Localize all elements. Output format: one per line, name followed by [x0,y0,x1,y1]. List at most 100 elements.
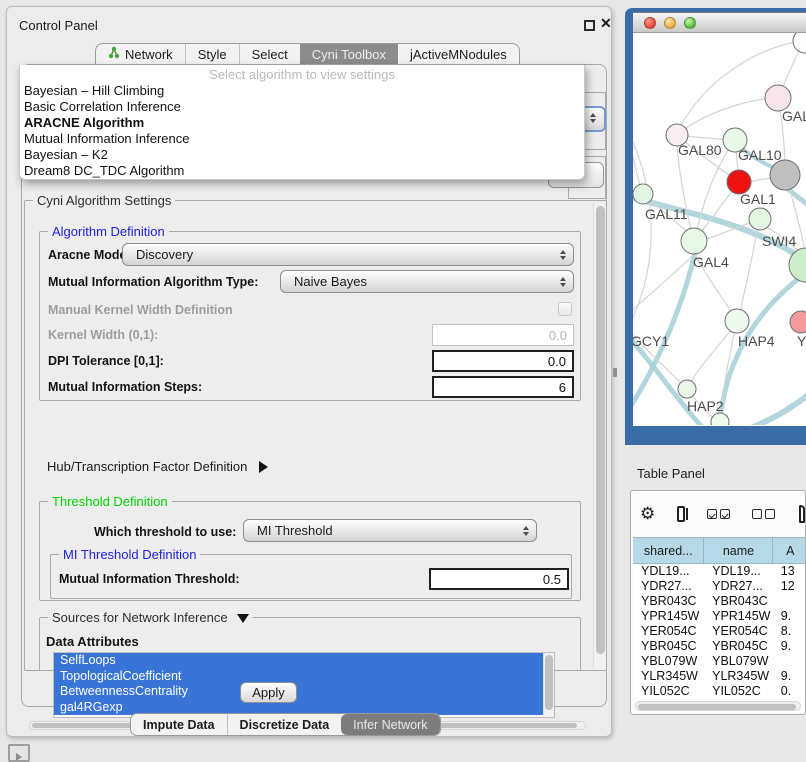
data-attribute-item[interactable]: BetweennessCentrality [54,684,554,700]
network-edge[interactable] [633,128,651,333]
table-row[interactable]: YPR145WYPR145W9. [633,609,806,624]
table-cell [773,594,806,609]
mi-steps-field[interactable] [432,376,574,398]
tab-style[interactable]: Style [185,44,239,64]
algorithm-definition-title: Algorithm Definition [48,224,169,239]
float-window-icon[interactable] [584,20,595,31]
network-edge[interactable] [633,128,642,193]
attributes-vscrollbar[interactable] [543,653,554,717]
table-row[interactable]: YDR27...YDR27...12 [633,579,806,594]
kernel-width-field[interactable] [432,324,574,346]
network-window-titlebar[interactable] [633,12,806,33]
network-node-gal4[interactable] [681,228,707,254]
data-attribute-item[interactable]: SelfLoops [54,653,554,669]
table-row[interactable]: YBR045CYBR045C9. [633,639,806,654]
hub-definition-toggle[interactable]: Hub/Transcription Factor Definition [47,459,268,474]
manual-kernel-width-checkbox[interactable] [558,302,572,316]
node-label: GCY1 [633,333,669,349]
select-all-columns-icon[interactable] [707,509,730,519]
algorithm-option[interactable]: Bayesian – Hill Climbing [20,83,584,99]
network-node-hap4[interactable] [725,309,749,333]
minimize-traffic-light-icon[interactable] [664,17,676,29]
table-hscrollbar[interactable] [635,701,801,711]
table-cell: YBR043C [633,594,704,609]
network-edge[interactable] [719,273,806,425]
tab-infer-network[interactable]: Infer Network [341,714,439,735]
algorithm-option[interactable]: ARACNE Algorithm [20,115,584,131]
algorithm-option[interactable]: Bayesian – K2 [20,147,584,163]
table-row[interactable]: YER054CYER054C8. [633,624,806,639]
table-row[interactable]: YLR345WYLR345W9. [633,669,806,684]
network-edge[interactable] [677,98,776,135]
network-edge[interactable] [739,221,759,317]
unselect-all-columns-icon[interactable] [752,509,775,519]
table-cell: YDL19... [633,564,704,579]
algorithm-option[interactable]: Basic Correlation Inference [20,99,584,115]
tab-label: jActiveMNodules [410,47,507,62]
table-cell: YLR345W [633,669,704,684]
tab-network[interactable]: Network [96,44,185,64]
panel-splitter-handle[interactable] [613,368,617,377]
network-node[interactable] [770,160,800,190]
table-cell: YBL079W [633,654,704,669]
mi-threshold-definition-group: MI Threshold Definition Mutual Informati… [50,554,572,599]
columns-icon[interactable] [677,506,684,522]
table-row[interactable]: YDL19...YDL19...13 [633,564,806,579]
table-cell: YBR045C [633,639,704,654]
data-attributes-list[interactable]: SelfLoopsTopologicalCoefficientBetweenne… [53,652,555,718]
mi-algorithm-type-label: Mutual Information Algorithm Type: [48,275,258,289]
tab-cyni-toolbox[interactable]: Cyni Toolbox [300,44,398,64]
column-header[interactable]: A [773,538,806,563]
gear-icon[interactable]: ⚙ [640,504,655,524]
aracne-mode-label: Aracne Mode: [48,248,131,262]
which-threshold-combo[interactable]: MI Threshold [243,519,537,542]
network-node-y[interactable] [790,311,806,333]
network-node-gal11[interactable] [633,184,653,204]
table-row[interactable]: YIL052CYIL052C0. [633,684,806,697]
new-table-icon[interactable] [799,505,805,523]
table-cell: 13 [773,564,806,579]
apply-button[interactable]: Apply [240,682,297,703]
panel-collapse-button[interactable] [8,744,30,762]
table-cell: YLR345W [704,669,773,684]
mi-threshold-definition-title: MI Threshold Definition [59,547,200,562]
tab-jactivemnodules[interactable]: jActiveMNodules [398,44,519,64]
network-node[interactable] [793,33,806,53]
algorithm-option[interactable]: Mutual Information Inference [20,131,584,147]
table-row[interactable]: YBR043CYBR043C [633,594,806,609]
tab-discretize-data[interactable]: Discretize Data [227,714,342,735]
aracne-mode-combo[interactable]: Discovery [122,243,574,266]
column-header[interactable]: name [704,538,773,563]
table-cell: YBL079W [704,654,773,669]
network-edge[interactable] [751,393,806,425]
data-attribute-item[interactable]: TopologicalCoefficient [54,669,554,685]
network-node-hap2[interactable] [678,380,696,398]
column-header[interactable]: shared... [633,538,704,563]
algorithm-option[interactable]: Dream8 DC_TDC Algorithm [20,163,584,179]
zoom-traffic-light-icon[interactable] [684,17,696,29]
tab-select[interactable]: Select [239,44,300,64]
table-cell: 12 [773,579,806,594]
collapse-arrow-icon [237,614,249,623]
combo-stepper-icon [553,277,573,287]
mi-threshold-label: Mutual Information Threshold: [59,572,240,586]
table-row[interactable]: YBL079WYBL079W [633,654,806,669]
network-node[interactable] [711,413,729,425]
mi-threshold-field[interactable] [429,568,569,590]
close-icon[interactable]: ✕ [600,15,612,32]
network-node-gal1[interactable] [749,208,771,230]
node-label: GAL11 [645,206,688,222]
network-canvas[interactable]: GALGAL80GAL10GAL11GAL1SWI4GAL4GCY1HAP4YH… [633,33,806,425]
tab-label: Select [252,47,288,62]
mi-steps-label: Mutual Information Steps: [48,380,202,394]
tab-impute-data[interactable]: Impute Data [131,714,227,735]
hub-definition-label: Hub/Transcription Factor Definition [47,459,247,474]
dpi-tolerance-field[interactable] [432,350,574,372]
table-cell: YIL052C [704,684,773,697]
settings-vscrollbar[interactable] [593,203,605,669]
mi-algorithm-type-combo[interactable]: Naive Bayes [280,270,574,293]
network-view-window[interactable]: GALGAL80GAL10GAL11GAL1SWI4GAL4GCY1HAP4YH… [625,8,806,445]
close-traffic-light-icon[interactable] [644,17,656,29]
control-panel-title: Control Panel [19,18,98,33]
which-threshold-label: Which threshold to use: [94,525,236,539]
